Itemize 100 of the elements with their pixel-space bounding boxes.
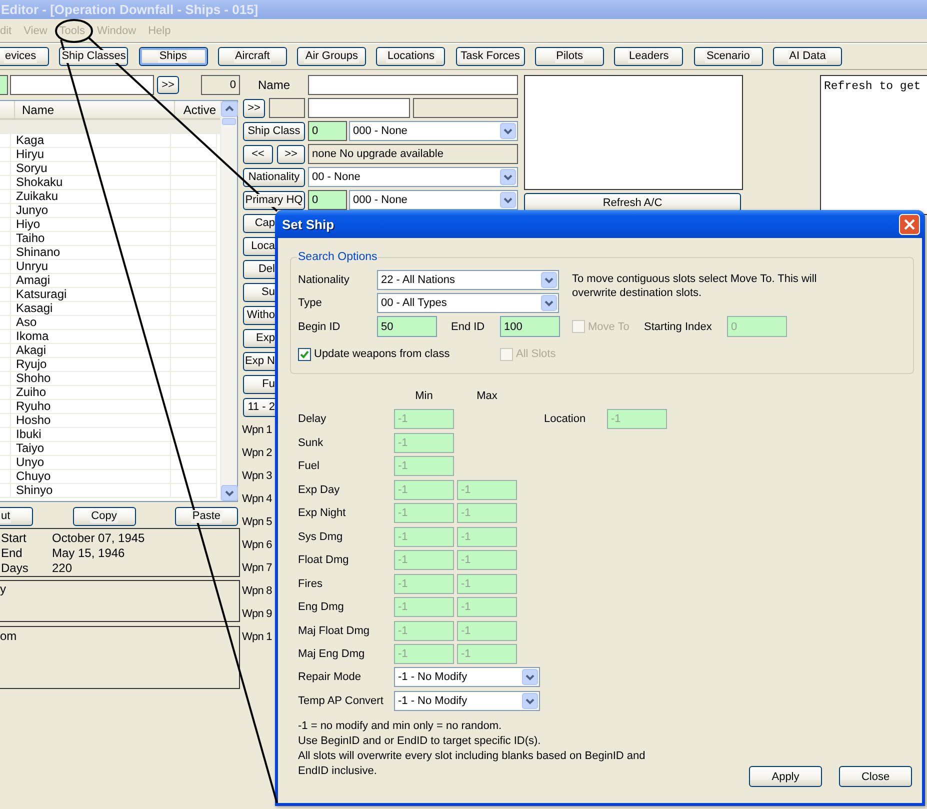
toolbar-button[interactable]: Air Groups — [297, 47, 366, 66]
begin-id-field[interactable]: 50 — [377, 316, 437, 337]
list-row[interactable]: Hiryu — [0, 148, 220, 162]
list-row[interactable]: Unryu — [0, 260, 220, 274]
form-button[interactable]: Fu — [243, 374, 276, 394]
field-label: Fuel — [298, 460, 320, 472]
select-field[interactable]: 000 - None — [349, 190, 518, 210]
checkmark-icon — [300, 350, 309, 358]
form-button[interactable]: Loca — [243, 236, 276, 256]
field-label: Maj Float Dmg — [298, 624, 371, 636]
toolbar-button[interactable]: Aircraft — [218, 47, 287, 66]
search-button[interactable]: >> — [157, 76, 179, 94]
toolbar-button[interactable]: Scenario — [694, 47, 763, 66]
list-row[interactable]: Zuiho — [0, 386, 220, 400]
list-row[interactable]: Kaga — [0, 134, 220, 148]
toolbar-button[interactable]: Locations — [376, 47, 446, 66]
list-row[interactable]: Shoho — [0, 372, 220, 386]
list-row[interactable]: Unyo — [0, 456, 220, 470]
list-row[interactable]: Shinyo — [0, 484, 220, 498]
dialog-button[interactable]: Apply — [749, 766, 822, 787]
select-field[interactable]: 22 - All Nations — [377, 270, 559, 290]
list-row[interactable]: Soryu — [0, 162, 220, 176]
date-label: Start — [0, 530, 28, 544]
toolbar-button[interactable]: Leaders — [614, 47, 684, 66]
scroll-up-button[interactable] — [221, 101, 238, 117]
chevron-up-icon — [225, 106, 234, 112]
scroll-down-button[interactable] — [221, 485, 238, 501]
list-row[interactable]: Hosho — [0, 414, 220, 428]
select-field[interactable]: 00 - None — [308, 167, 518, 187]
list-button[interactable]: Paste — [175, 507, 238, 526]
toolbar-button[interactable]: Pilots — [535, 47, 604, 66]
checkbox-label[interactable]: Update weapons from class — [314, 348, 450, 360]
field-label: Fires — [298, 578, 324, 590]
chevron-down-icon — [541, 272, 557, 288]
field-label: Begin ID — [298, 320, 342, 332]
column-header[interactable]: Name — [15, 101, 175, 118]
list-row[interactable]: Kasagi — [0, 302, 220, 316]
id-field[interactable]: 0 — [308, 190, 347, 210]
id-field[interactable]: 0 — [308, 121, 347, 141]
list-row[interactable]: Taiho — [0, 232, 220, 246]
list-button[interactable]: Copy — [72, 507, 136, 526]
list-button[interactable]: ut — [0, 507, 33, 526]
list-row[interactable]: Ikoma — [0, 330, 220, 344]
list-row[interactable]: Ryujo — [0, 358, 220, 372]
list-row[interactable]: Akagi — [0, 344, 220, 358]
list-row[interactable]: Chuyo — [0, 470, 220, 484]
date-label: Days — [0, 560, 30, 574]
next-button[interactable]: >> — [243, 98, 265, 118]
select-field[interactable]: 00 - All Types — [377, 293, 559, 313]
list-row[interactable]: Shokaku — [0, 176, 220, 190]
chevron-down-icon — [500, 169, 516, 185]
list-row[interactable]: Hiyo — [0, 218, 220, 232]
list-row[interactable]: Shinano — [0, 246, 220, 260]
form-button[interactable]: Su — [243, 282, 276, 302]
list-row[interactable]: Ibuki — [0, 428, 220, 442]
form-button[interactable]: Cap — [243, 214, 276, 232]
close-button[interactable] — [899, 214, 920, 234]
list-row[interactable]: Katsuragi — [0, 288, 220, 302]
next-button[interactable]: >> — [277, 144, 305, 164]
list-row[interactable]: Zuikaku — [0, 190, 220, 204]
field-label: Repair Mode — [298, 671, 362, 683]
checkbox[interactable] — [298, 348, 311, 360]
form-button[interactable]: Exp — [243, 328, 276, 348]
weapon-label: Wpn 5 — [242, 516, 272, 528]
weapon-label: Wpn 4 — [242, 493, 272, 505]
list-row[interactable]: Aso — [0, 316, 220, 330]
search-field[interactable] — [10, 75, 154, 95]
list-row[interactable]: Ryuho — [0, 400, 220, 414]
list-row[interactable]: Junyo — [0, 204, 220, 218]
weapon-label: Wpn 8 — [242, 585, 272, 597]
form-button[interactable]: Del — [243, 260, 276, 278]
form-button[interactable]: Witho — [243, 306, 276, 324]
select-field[interactable]: 000 - None — [349, 121, 518, 141]
text-field[interactable] — [308, 98, 410, 118]
form-button[interactable]: 11 - 2 — [243, 398, 276, 416]
name-field[interactable] — [308, 75, 518, 95]
list-row[interactable] — [0, 120, 220, 134]
end-id-field[interactable]: 100 — [500, 316, 560, 337]
select-field[interactable]: -1 - No Modify — [394, 691, 540, 711]
list-row[interactable]: Taiyo — [0, 442, 220, 456]
form-button[interactable]: Exp N — [243, 352, 276, 370]
scrollbar-thumb[interactable] — [222, 118, 236, 125]
dialog-button[interactable]: Close — [839, 766, 912, 787]
scrollbar[interactable] — [220, 101, 237, 501]
toolbar-button[interactable]: AI Data — [772, 47, 842, 66]
toolbar-button[interactable]: evices — [0, 47, 49, 66]
primary-hq-button[interactable]: Primary HQ — [243, 190, 305, 210]
weapon-label: Wpn 9 — [242, 608, 272, 620]
previous-button[interactable]: << — [243, 144, 273, 164]
nationality-button[interactable]: Nationality — [243, 168, 305, 186]
ship-class-button[interactable]: Ship Class — [243, 122, 305, 140]
id-field[interactable] — [0, 75, 8, 95]
list-row[interactable]: Amagi — [0, 274, 220, 288]
select-field[interactable]: -1 - No Modify — [394, 667, 540, 687]
toolbar-button[interactable]: Ships — [138, 47, 208, 66]
note-text: -1 = no modify and min only = no random. — [298, 719, 503, 734]
toolbar-button[interactable]: Task Forces — [456, 47, 525, 66]
field-label: Maj Eng Dmg — [298, 648, 366, 660]
weapon-label: Wpn 2 — [242, 447, 272, 459]
toolbar-button[interactable]: Ship Classes — [59, 47, 128, 66]
